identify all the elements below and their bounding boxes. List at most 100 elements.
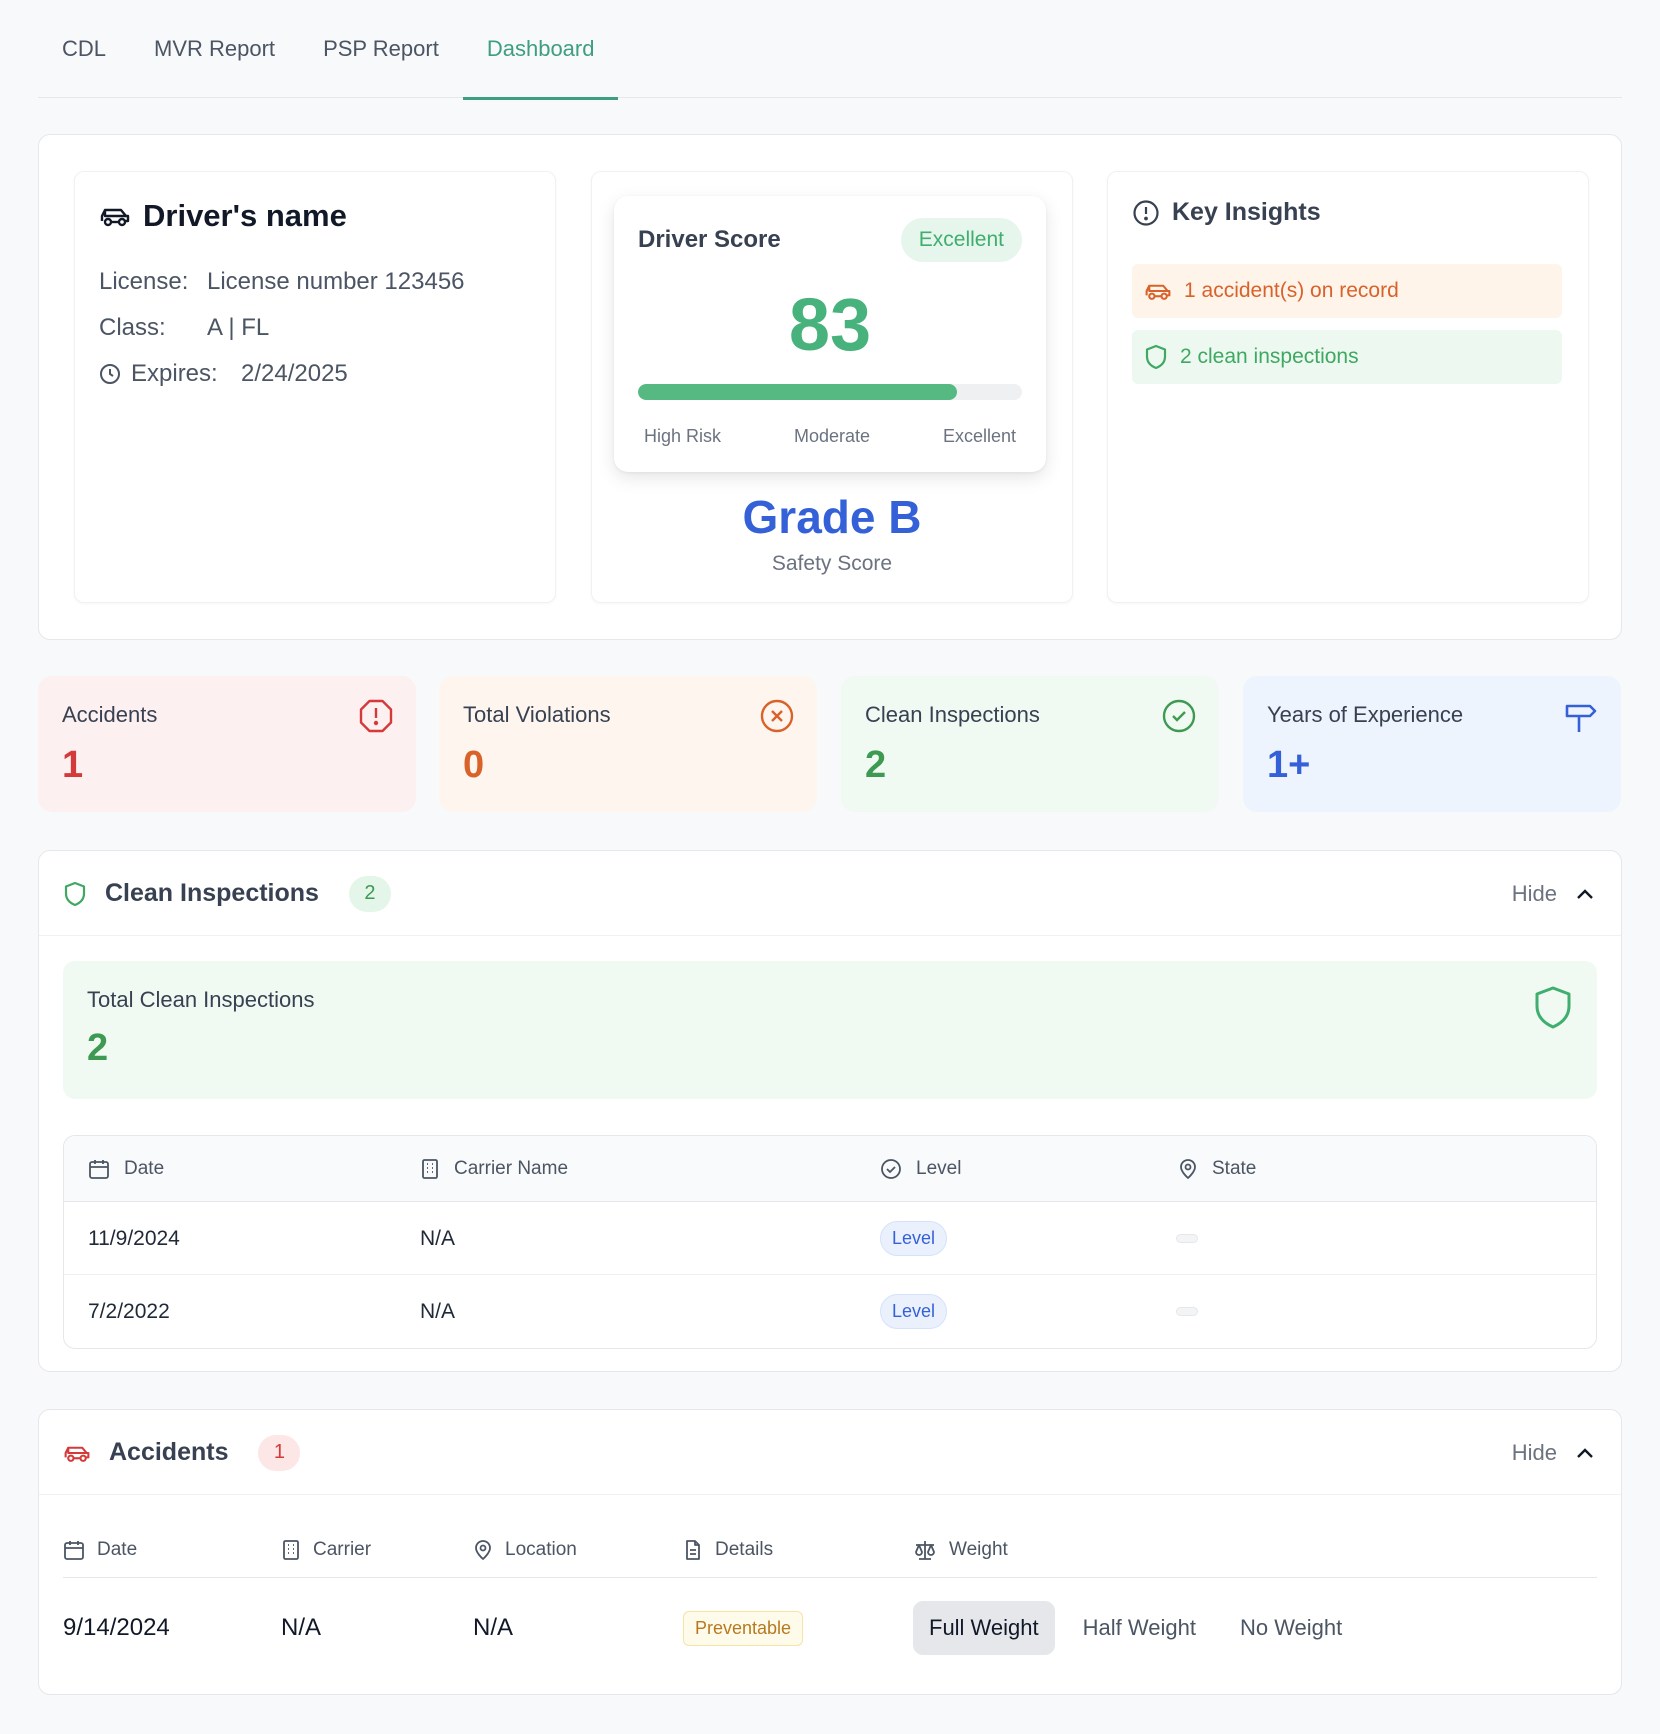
hide-toggle-button[interactable]: Hide <box>1512 851 1595 936</box>
score-scale-labels: High Risk Moderate Excellent <box>644 426 1016 447</box>
score-value: 83 <box>788 283 872 366</box>
hide-label: Hide <box>1511 880 1557 906</box>
cell-state <box>1176 1202 1198 1275</box>
grade-subtitle: Safety Score <box>771 552 893 575</box>
state-empty-badge <box>1176 1234 1198 1243</box>
cell-location: N/A <box>473 1614 514 1641</box>
level-badge: Level <box>880 1294 948 1329</box>
shield-icon <box>1533 985 1573 1031</box>
x-circle-icon <box>759 698 795 734</box>
key-insights-title: Key Insights <box>1172 198 1321 226</box>
state-empty-badge <box>1176 1307 1198 1316</box>
key-insights-heading: Key Insights <box>1132 198 1321 227</box>
score-progress-bar <box>638 384 1022 400</box>
chevron-up-icon <box>1575 887 1595 901</box>
file-text-icon <box>683 1539 703 1561</box>
col-state: State <box>1178 1136 1256 1202</box>
class-row: Class: A | FL <box>99 314 269 342</box>
scale-label-excellent: Excellent <box>942 426 1016 446</box>
tab-dashboard[interactable]: Dashboard <box>462 0 619 100</box>
expires-row: Expires: 2/24/2025 <box>99 360 348 388</box>
cell-carrier: N/A <box>420 1299 456 1323</box>
stat-card-clean-inspections: Clean Inspections 2 <box>841 676 1219 812</box>
half-weight-button[interactable]: Half Weight <box>1067 1601 1212 1655</box>
col-date: Date <box>88 1136 164 1202</box>
stat-card-violations: Total Violations 0 <box>439 676 817 812</box>
tab-psp-report[interactable]: PSP Report <box>299 0 463 98</box>
col-location-label: Location <box>505 1539 577 1560</box>
score-panel: Driver Score Excellent 83 High Risk Mode… <box>591 171 1073 603</box>
driver-overview-card: Driver's name License: License number 12… <box>38 134 1622 640</box>
full-weight-button[interactable]: Full Weight <box>913 1601 1055 1655</box>
chevron-up-icon <box>1575 1446 1595 1460</box>
key-insights-panel: Key Insights 1 accident(s) on record 2 c… <box>1107 171 1589 603</box>
cell-date: 11/9/2024 <box>88 1226 180 1250</box>
col-level: Level <box>880 1136 961 1202</box>
col-carrier: Carrier <box>281 1522 371 1578</box>
dashboard-page: CDL MVR Report PSP Report Dashboard Driv… <box>38 0 1622 1695</box>
total-value: 2 <box>87 1027 109 1069</box>
map-pin-icon <box>1178 1158 1198 1180</box>
col-carrier: Carrier Name <box>420 1136 568 1202</box>
cell-date: 9/14/2024 <box>63 1614 170 1641</box>
expires-value: 2/24/2025 <box>241 360 348 387</box>
score-progress-fill <box>638 384 957 400</box>
license-label: License: <box>99 268 189 295</box>
col-weight-label: Weight <box>949 1539 1008 1560</box>
driver-score-card: Driver Score Excellent 83 High Risk Mode… <box>614 196 1046 472</box>
scale-label-moderate: Moderate <box>793 426 871 446</box>
section-title: Accidents <box>109 1438 229 1466</box>
count-badge: 2 <box>348 875 391 912</box>
stat-label: Accidents <box>62 702 158 727</box>
col-state-label: State <box>1212 1158 1257 1179</box>
cell-date: 7/2/2022 <box>88 1299 170 1323</box>
col-weight: Weight <box>913 1522 1008 1578</box>
tab-bar: CDL MVR Report PSP Report Dashboard <box>38 0 1622 100</box>
cell-level: Level <box>880 1275 948 1348</box>
insight-accidents: 1 accident(s) on record <box>1132 264 1562 318</box>
check-circle-icon <box>1161 698 1197 734</box>
score-status-badge: Excellent <box>900 218 1022 262</box>
clean-inspections-section: Clean Inspections 2 Hide Total Clean Ins… <box>38 850 1622 1372</box>
clean-inspections-table: Date Carrier Name Level State 11/9/2024 … <box>63 1135 1597 1349</box>
tab-cdl[interactable]: CDL <box>38 0 130 98</box>
tab-mvr-report[interactable]: MVR Report <box>130 0 299 98</box>
driver-name: Driver's name <box>143 198 347 233</box>
building-icon <box>420 1158 440 1180</box>
section-title-row: Accidents 1 <box>63 1410 301 1495</box>
section-header: Clean Inspections 2 Hide <box>39 851 1621 936</box>
hide-label: Hide <box>1511 1439 1557 1465</box>
map-pin-icon <box>473 1539 493 1561</box>
score-title: Driver Score <box>638 226 781 253</box>
driver-name-heading: Driver's name <box>99 198 347 234</box>
total-label: Total Clean Inspections <box>87 987 315 1012</box>
car-icon <box>63 1442 91 1464</box>
stat-card-experience: Years of Experience 1+ <box>1243 676 1621 812</box>
car-icon <box>1144 280 1172 302</box>
shield-icon <box>1144 344 1168 370</box>
stat-label: Clean Inspections <box>865 702 1040 727</box>
section-title: Clean Inspections <box>105 879 319 907</box>
section-title-row: Clean Inspections 2 <box>63 851 391 936</box>
accidents-section: Accidents 1 Hide Date Carrier Location D… <box>38 1409 1622 1695</box>
octagon-alert-icon <box>358 698 394 734</box>
no-weight-button[interactable]: No Weight <box>1224 1601 1358 1655</box>
clock-icon <box>99 363 121 385</box>
class-label: Class: <box>99 314 166 341</box>
stat-label: Total Violations <box>463 702 611 727</box>
hide-toggle-button[interactable]: Hide <box>1512 1410 1595 1495</box>
calendar-icon <box>88 1158 110 1180</box>
accidents-table-header: Date Carrier Location Details Weight <box>63 1522 1597 1578</box>
calendar-icon <box>63 1539 85 1561</box>
preventable-badge: Preventable <box>683 1610 804 1646</box>
col-carrier-label: Carrier <box>313 1539 372 1560</box>
shield-icon <box>63 881 87 907</box>
signpost-icon <box>1563 698 1599 734</box>
insight-clean-inspections: 2 clean inspections <box>1132 330 1562 384</box>
table-header: Date Carrier Name Level State <box>64 1136 1596 1202</box>
car-icon <box>99 204 131 228</box>
col-carrier-label: Carrier Name <box>454 1158 569 1179</box>
stat-card-accidents: Accidents 1 <box>38 676 416 812</box>
col-date-label: Date <box>97 1539 138 1560</box>
col-location: Location <box>473 1522 577 1578</box>
